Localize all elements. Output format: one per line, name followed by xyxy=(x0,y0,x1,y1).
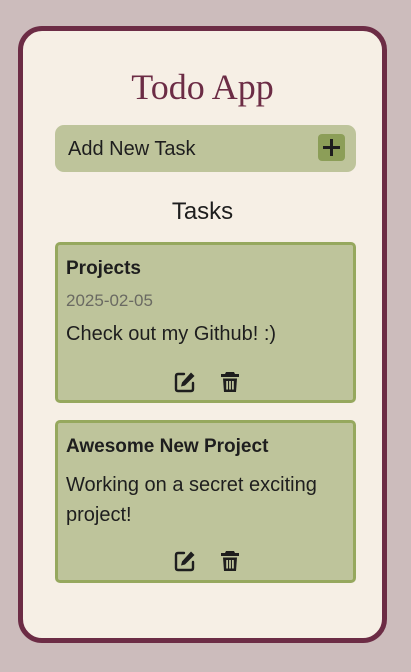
edit-task-button[interactable] xyxy=(174,371,196,393)
trash-icon xyxy=(221,551,239,571)
task-title: Projects xyxy=(66,258,141,279)
edit-icon xyxy=(174,372,195,393)
task-title: Awesome New Project xyxy=(66,436,269,457)
plus-icon xyxy=(323,139,340,156)
add-task-bar[interactable]: Add New Task xyxy=(55,125,356,172)
task-card: Projects 2025-02-05 Check out my Github!… xyxy=(55,242,356,403)
delete-task-button[interactable] xyxy=(219,550,241,572)
task-date: 2025-02-05 xyxy=(66,291,153,310)
task-actions xyxy=(58,371,353,395)
task-description: Check out my Github! :) xyxy=(66,323,277,345)
edit-task-button[interactable] xyxy=(174,550,196,572)
delete-task-button[interactable] xyxy=(219,371,241,393)
task-description: Working on a secret exciting project! xyxy=(66,474,317,526)
add-task-label: Add New Task xyxy=(68,138,196,160)
add-task-button[interactable] xyxy=(318,134,345,161)
page-title: Todo App xyxy=(131,67,274,107)
trash-icon xyxy=(221,372,239,392)
tasks-heading: Tasks xyxy=(171,198,234,225)
todo-app-panel: Todo App Add New Task Tasks Projects 202… xyxy=(18,26,387,643)
task-card: Awesome New Project Working on a secret … xyxy=(55,420,356,583)
edit-icon xyxy=(174,551,195,572)
task-actions xyxy=(58,550,353,574)
